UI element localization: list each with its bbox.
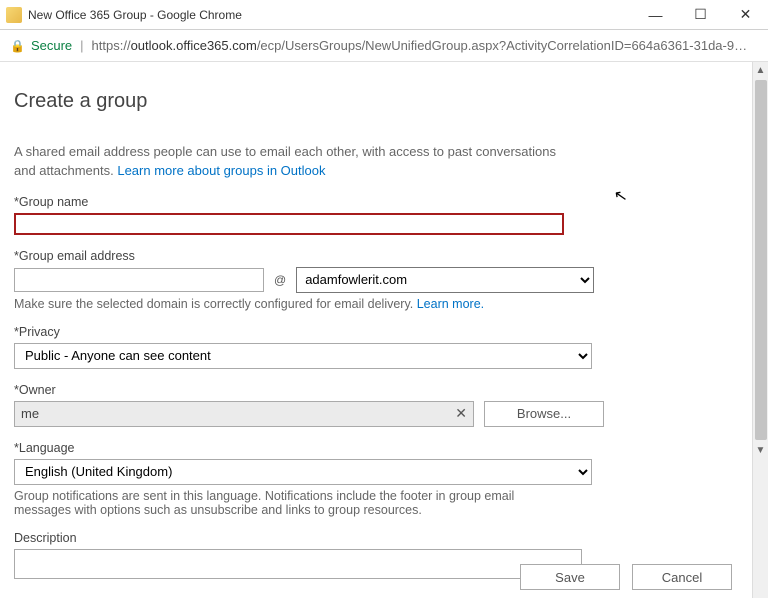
owner-label: *Owner xyxy=(14,383,594,397)
mouse-cursor-icon: ↖ xyxy=(612,185,629,207)
address-divider: | xyxy=(80,38,83,53)
group-email-helper: Make sure the selected domain is correct… xyxy=(14,297,594,311)
group-email-domain-select[interactable]: adamfowlerit.com xyxy=(296,267,594,293)
description-input[interactable] xyxy=(14,549,582,579)
owner-input[interactable]: me ✕ xyxy=(14,401,474,427)
group-name-label: *Group name xyxy=(14,195,594,209)
language-label: *Language xyxy=(14,441,594,455)
window-controls: — ☐ ✕ xyxy=(633,0,768,30)
scroll-down-icon[interactable]: ▼ xyxy=(753,442,768,458)
owner-section: *Owner me ✕ Browse... xyxy=(14,383,594,427)
intro-learn-more-link[interactable]: Learn more about groups in Outlook xyxy=(117,163,325,178)
group-email-learn-more-link[interactable]: Learn more. xyxy=(417,297,484,311)
footer-actions: Save Cancel xyxy=(520,564,732,590)
privacy-select[interactable]: Public - Anyone can see content xyxy=(14,343,592,369)
owner-clear-icon[interactable]: ✕ xyxy=(455,405,467,422)
description-label: Description xyxy=(14,531,594,545)
scrollbar-thumb[interactable] xyxy=(755,80,767,440)
cancel-button[interactable]: Cancel xyxy=(632,564,732,590)
minimize-button[interactable]: — xyxy=(633,0,678,30)
group-name-input[interactable] xyxy=(14,213,564,235)
window-titlebar: New Office 365 Group - Google Chrome — ☐… xyxy=(0,0,768,30)
lock-icon: 🔒 xyxy=(10,39,25,53)
page-title: Create a group xyxy=(14,90,734,113)
url-path: /ecp/UsersGroups/NewUnifiedGroup.aspx?Ac… xyxy=(257,38,747,53)
language-section: *Language English (United Kingdom) Group… xyxy=(14,441,594,517)
group-name-section: *Group name xyxy=(14,195,594,235)
maximize-button[interactable]: ☐ xyxy=(678,0,723,30)
intro-text: A shared email address people can use to… xyxy=(14,143,574,181)
save-button[interactable]: Save xyxy=(520,564,620,590)
secure-label: Secure xyxy=(31,38,72,53)
owner-browse-button[interactable]: Browse... xyxy=(484,401,604,427)
language-select[interactable]: English (United Kingdom) xyxy=(14,459,592,485)
vertical-scrollbar[interactable]: ▲ ▼ xyxy=(752,62,768,598)
privacy-label: *Privacy xyxy=(14,325,594,339)
privacy-section: *Privacy Public - Anyone can see content xyxy=(14,325,594,369)
at-symbol: @ xyxy=(274,273,286,287)
app-icon xyxy=(6,7,22,23)
owner-value: me xyxy=(21,406,39,421)
group-email-section: *Group email address @ adamfowlerit.com … xyxy=(14,249,594,311)
scroll-up-icon[interactable]: ▲ xyxy=(753,62,768,78)
address-bar[interactable]: 🔒 Secure | https://outlook.office365.com… xyxy=(0,30,768,62)
description-section: Description xyxy=(14,531,594,579)
group-email-input[interactable] xyxy=(14,268,264,292)
close-button[interactable]: ✕ xyxy=(723,0,768,30)
url-scheme: https:// xyxy=(92,38,131,53)
group-email-helper-text: Make sure the selected domain is correct… xyxy=(14,297,417,311)
window-title: New Office 365 Group - Google Chrome xyxy=(28,8,633,22)
url-host: outlook.office365.com xyxy=(131,38,257,53)
url-text: https://outlook.office365.com/ecp/UsersG… xyxy=(92,38,748,53)
content-area: Create a group A shared email address pe… xyxy=(0,62,768,598)
language-helper: Group notifications are sent in this lan… xyxy=(14,489,574,517)
group-email-label: *Group email address xyxy=(14,249,594,263)
form-scroll-region: Create a group A shared email address pe… xyxy=(0,62,752,598)
